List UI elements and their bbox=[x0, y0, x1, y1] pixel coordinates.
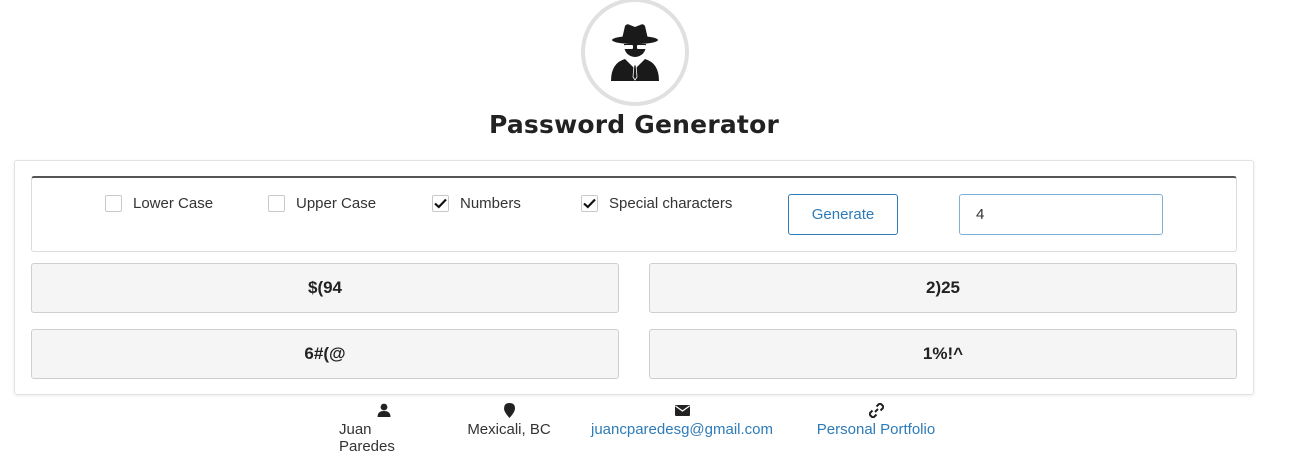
generate-button[interactable]: Generate bbox=[788, 194, 898, 235]
link-icon bbox=[868, 402, 884, 418]
password-output-4[interactable]: 1%!^ bbox=[649, 329, 1237, 379]
options-panel: Lower Case Upper Case Numbers Special ch… bbox=[31, 176, 1237, 252]
lower-case-label: Lower Case bbox=[133, 195, 214, 212]
password-output-2[interactable]: 2)25 bbox=[649, 263, 1237, 313]
footer-name: Juan Paredes bbox=[339, 402, 429, 455]
footer-email: juancparedesg@gmail.com bbox=[587, 402, 777, 438]
checkmark-icon bbox=[583, 198, 596, 209]
lower-case-checkbox[interactable] bbox=[105, 195, 122, 212]
password-output-3[interactable]: 6#(@ bbox=[31, 329, 619, 379]
email-link[interactable]: juancparedesg@gmail.com bbox=[591, 421, 773, 438]
numbers-label: Numbers bbox=[460, 195, 521, 212]
special-characters-checkbox[interactable] bbox=[581, 195, 598, 212]
numbers-option[interactable]: Numbers bbox=[432, 195, 521, 212]
checkmark-icon bbox=[434, 198, 447, 209]
user-icon bbox=[377, 402, 391, 418]
location-text: Mexicali, BC bbox=[467, 421, 551, 438]
spy-icon bbox=[611, 24, 659, 81]
lower-case-option[interactable]: Lower Case bbox=[105, 195, 213, 212]
upper-case-label: Upper Case bbox=[296, 195, 377, 212]
spy-logo bbox=[581, 0, 689, 106]
upper-case-option[interactable]: Upper Case bbox=[268, 195, 376, 212]
map-pin-icon bbox=[503, 402, 515, 418]
footer-portfolio: Personal Portfolio bbox=[813, 402, 939, 438]
footer-location: Mexicali, BC bbox=[466, 402, 552, 438]
author-name: Juan Paredes bbox=[339, 421, 395, 455]
password-output-1[interactable]: $(94 bbox=[31, 263, 619, 313]
length-input[interactable] bbox=[959, 194, 1163, 235]
upper-case-checkbox[interactable] bbox=[268, 195, 285, 212]
special-characters-label: Special characters bbox=[609, 195, 733, 212]
page-title: Password Generator bbox=[489, 110, 779, 139]
portfolio-link[interactable]: Personal Portfolio bbox=[817, 421, 935, 438]
generator-card: Lower Case Upper Case Numbers Special ch… bbox=[14, 160, 1254, 395]
special-characters-option[interactable]: Special characters bbox=[581, 195, 732, 212]
envelope-icon bbox=[674, 402, 690, 418]
numbers-checkbox[interactable] bbox=[432, 195, 449, 212]
